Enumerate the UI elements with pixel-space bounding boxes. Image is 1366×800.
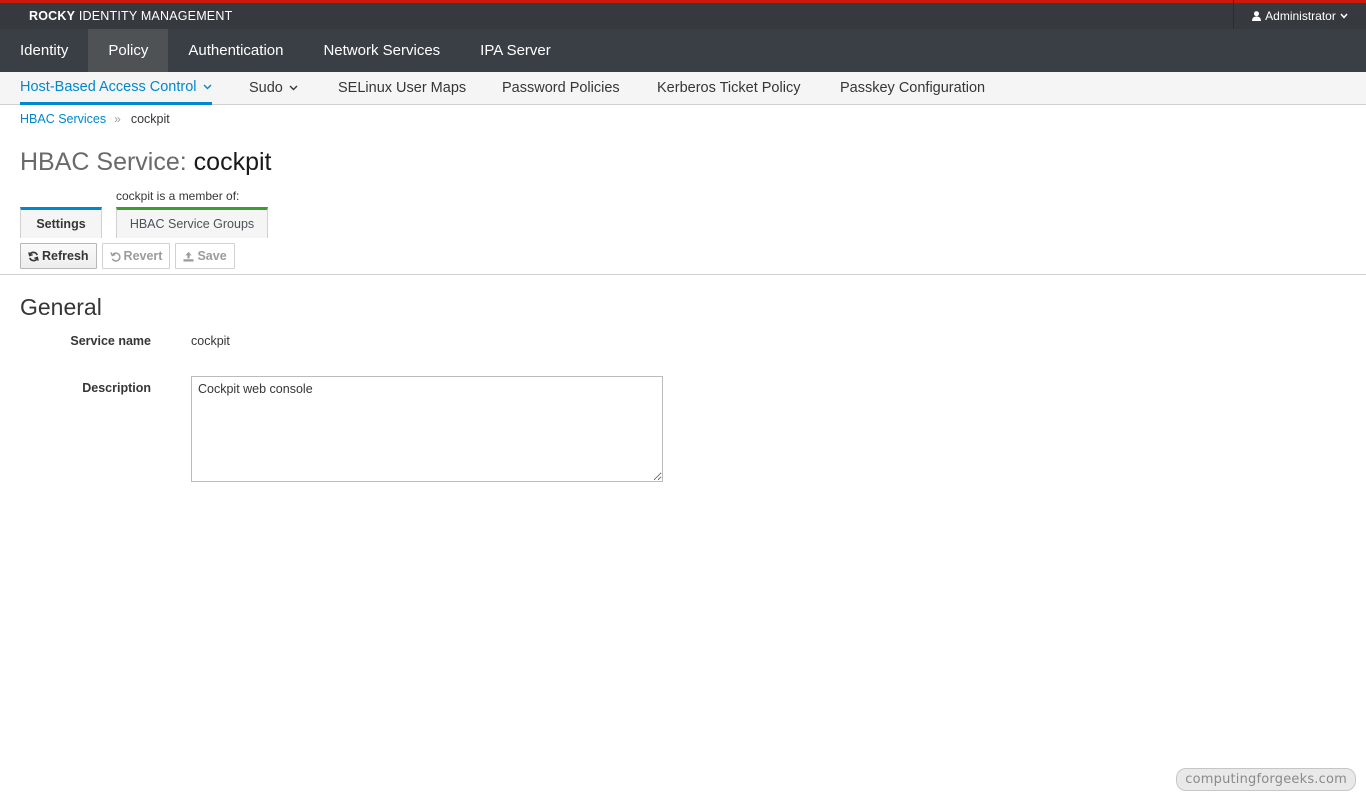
revert-button[interactable]: Revert: [101, 243, 171, 269]
save-button[interactable]: Save: [175, 243, 235, 269]
chevron-down-icon: [1340, 13, 1348, 19]
primary-nav-network-services[interactable]: Network Services: [303, 29, 460, 72]
toolbar-divider: [0, 274, 1366, 275]
secondary-nav-kerberos[interactable]: Kerberos Ticket Policy: [657, 72, 800, 104]
description-label: Description: [82, 381, 151, 395]
secondary-nav-password-policies[interactable]: Password Policies: [502, 72, 620, 104]
action-toolbar: Refresh Revert Save: [20, 243, 235, 269]
refresh-icon: [28, 251, 39, 261]
primary-nav-authentication[interactable]: Authentication: [168, 29, 303, 72]
breadcrumb: HBAC Services » cockpit: [20, 112, 170, 126]
page-title: HBAC Service: cockpit: [20, 148, 271, 177]
tab-settings[interactable]: Settings: [20, 207, 102, 238]
service-name-value: cockpit: [191, 334, 230, 348]
service-name-label: Service name: [70, 334, 151, 348]
member-of-label: cockpit is a member of:: [116, 189, 240, 203]
page-title-prefix: HBAC Service:: [20, 148, 194, 176]
brand-logo[interactable]: ROCKY IDENTITY MANAGEMENT: [29, 9, 232, 23]
masthead: ROCKY IDENTITY MANAGEMENT Administrator: [0, 0, 1366, 29]
secondary-nav-passkey[interactable]: Passkey Configuration: [840, 72, 985, 104]
primary-nav-policy[interactable]: Policy: [88, 29, 169, 72]
revert-button-label: Revert: [123, 249, 163, 263]
chevron-down-icon: [203, 84, 211, 90]
chevron-down-icon: [289, 85, 298, 91]
breadcrumb-current: cockpit: [130, 112, 170, 126]
primary-nav: Identity Policy Authentication Network S…: [0, 29, 1366, 72]
page-title-name: cockpit: [193, 148, 272, 176]
secondary-nav-selinux[interactable]: SELinux User Maps: [338, 72, 466, 104]
upload-icon: [183, 251, 195, 262]
secondary-nav-hbac-label: Host-Based Access Control: [20, 79, 197, 95]
description-textarea[interactable]: Cockpit web console: [191, 376, 663, 482]
secondary-nav-sudo[interactable]: Sudo: [249, 72, 298, 104]
user-menu[interactable]: Administrator: [1233, 0, 1366, 29]
breadcrumb-separator: »: [114, 112, 121, 126]
primary-nav-ipa-server[interactable]: IPA Server: [460, 29, 571, 72]
watermark: computingforgeeks.com: [1176, 768, 1356, 791]
breadcrumb-hbac-services-link[interactable]: HBAC Services: [20, 112, 106, 126]
refresh-button[interactable]: Refresh: [20, 243, 97, 269]
user-name: Administrator: [1265, 9, 1336, 23]
undo-icon: [109, 251, 121, 262]
refresh-button-label: Refresh: [42, 249, 89, 263]
section-title-general: General: [20, 294, 102, 320]
brand-rest: IDENTITY MANAGEMENT: [75, 9, 233, 23]
primary-nav-identity[interactable]: Identity: [0, 29, 88, 72]
tab-hbac-service-groups[interactable]: HBAC Service Groups: [116, 207, 268, 238]
user-icon: [1252, 11, 1262, 21]
brand-bold: ROCKY: [29, 9, 76, 23]
secondary-nav-hbac[interactable]: Host-Based Access Control: [20, 72, 212, 105]
secondary-nav-sudo-label: Sudo: [249, 80, 283, 96]
save-button-label: Save: [197, 249, 227, 263]
secondary-nav: Host-Based Access Control Sudo SELinux U…: [0, 72, 1366, 105]
